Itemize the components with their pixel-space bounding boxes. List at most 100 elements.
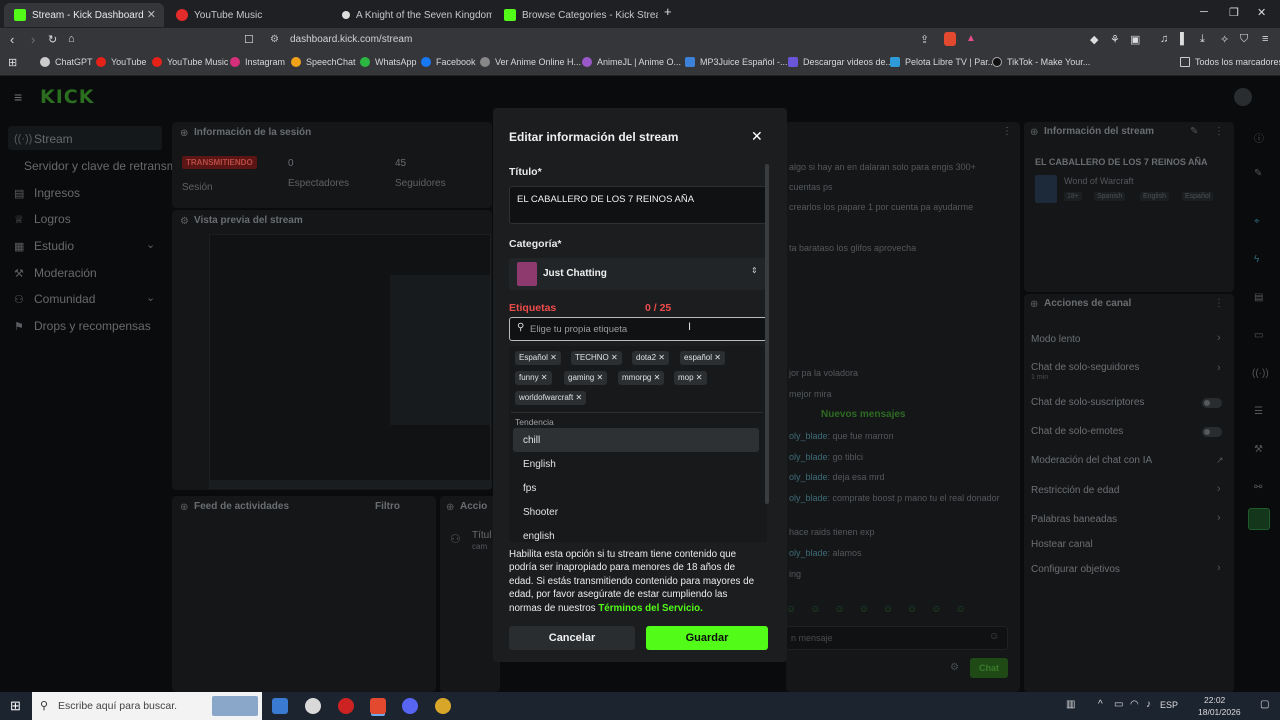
restore-icon[interactable]: ❐ [1229, 6, 1239, 19]
sidebar-item-estudio[interactable]: ▦ Estudio [14, 239, 74, 253]
bookmark-item[interactable]: YouTube [96, 57, 146, 67]
tag-chip-espanol[interactable]: Español ✕ [515, 351, 561, 365]
more-icon[interactable]: ⋮ [1214, 298, 1224, 309]
sidebar-item-server-key[interactable]: Servidor y clave de retransmi [24, 159, 179, 173]
action-ai-moderation[interactable]: Moderación del chat con IA [1031, 455, 1152, 466]
bookmark-item[interactable]: WhatsApp [360, 57, 417, 67]
music-icon[interactable]: ♫ [1160, 33, 1168, 45]
chevron-down-icon[interactable]: ⌄ [146, 238, 155, 251]
hamburger-icon[interactable]: ≡ [14, 89, 22, 105]
site-info-icon[interactable]: ⚙ [270, 30, 279, 50]
bookmark-item[interactable]: MP3Juice Español -... [685, 57, 788, 67]
tag-chip-mop[interactable]: mop ✕ [674, 371, 707, 385]
download-icon[interactable]: ⤓ [1200, 33, 1205, 46]
warcraft-icon[interactable] [435, 698, 451, 714]
info-icon[interactable]: ⓘ [1254, 130, 1264, 145]
bookmark-item[interactable]: TikTok - Make Your... [992, 57, 1090, 67]
bookmark-item[interactable]: AnimeJL | Anime O... [582, 57, 681, 67]
chat-send-button[interactable]: Chat [970, 658, 1008, 678]
bookmarks-folder[interactable]: Todos los marcadores [1180, 57, 1280, 67]
tag-chip-dota2[interactable]: dota2 ✕ [632, 351, 669, 365]
discord-icon[interactable] [402, 698, 418, 714]
sidebar-item-moderacion[interactable]: ⚒ Moderación [14, 266, 97, 280]
terms-link[interactable]: Términos del Servicio. [598, 603, 703, 614]
trending-option[interactable]: chill [523, 435, 540, 446]
menu-icon[interactable]: ≡ [1262, 33, 1268, 45]
share-icon[interactable]: ⇪ [920, 33, 929, 46]
tab-youtube-music[interactable]: YouTube Music [166, 3, 330, 27]
more-icon[interactable]: ⋮ [1002, 126, 1012, 137]
obs-icon[interactable] [338, 698, 354, 714]
emote-bar[interactable]: ☺☺☺☺☺☺☺☺ [786, 604, 1016, 618]
sidebar-item-stream[interactable]: ((·)) Stream [14, 132, 73, 146]
bookmark-item[interactable]: Facebook [421, 57, 476, 67]
document-icon[interactable]: ▤ [1254, 292, 1263, 303]
wrench-icon[interactable]: ⚒ [1254, 444, 1263, 455]
external-link-icon[interactable]: ↗ [1216, 455, 1224, 466]
close-icon[interactable]: ✕ [751, 128, 763, 145]
modal-scrollbar[interactable] [765, 164, 769, 504]
vpn-icon[interactable]: ⛉ [1240, 33, 1248, 46]
broadcast-icon[interactable]: ((·)) [1252, 368, 1269, 379]
sidebar-item-ingresos[interactable]: ▤ Ingresos [14, 186, 80, 200]
tag-chip-techno[interactable]: TECHNO ✕ [571, 351, 622, 365]
action-emotes-only[interactable]: Chat de solo-emotes [1031, 426, 1123, 437]
list-icon[interactable]: ☰ [1254, 406, 1263, 417]
chat-icon[interactable]: ▭ [1254, 330, 1263, 341]
bookmark-item[interactable]: Pelota Libre TV | Par... [890, 57, 995, 67]
emoji-icon[interactable]: ☺ [989, 631, 999, 642]
bookmark-item[interactable]: ChatGPT [40, 57, 93, 67]
trending-option-highlight[interactable] [513, 428, 759, 452]
game-name[interactable]: Wond of Warcraft [1064, 176, 1134, 186]
extension-icon[interactable]: ◆ [1090, 33, 1098, 46]
tab-browse-categories[interactable]: Browse Categories - Kick Streaming [494, 3, 658, 27]
brave-icon[interactable] [370, 698, 386, 714]
emotes-only-toggle[interactable] [1202, 427, 1222, 437]
tab-kick-dashboard[interactable]: Stream - Kick Dashboard ✕ [4, 3, 164, 27]
action-slow-mode[interactable]: Modo lento [1031, 334, 1080, 345]
action-followers-only[interactable]: Chat de solo-seguidores [1031, 362, 1139, 373]
edit-icon[interactable]: ✎ [1254, 168, 1262, 179]
kick-logo[interactable]: KICK [40, 86, 94, 108]
clock-time[interactable]: 22:02 [1204, 695, 1225, 705]
bookmark-item[interactable]: YouTube Music [152, 57, 228, 67]
brave-shield-icon[interactable] [944, 32, 956, 46]
action-subs-only[interactable]: Chat de solo-suscriptores [1031, 397, 1144, 408]
bookmark-item[interactable]: SpeechChat [291, 57, 356, 67]
tags-input[interactable]: ⚲ Elige tu propia etiqueta I [509, 317, 767, 341]
action-host-channel[interactable]: Hostear canal [1031, 539, 1093, 550]
action-age-restriction[interactable]: Restricción de edad [1031, 485, 1119, 496]
chevron-right-icon[interactable]: › [1217, 483, 1221, 495]
apps-grid-icon[interactable]: ⊞ [8, 56, 17, 69]
trending-option[interactable]: fps [523, 483, 536, 494]
more-icon[interactable]: ⋮ [1214, 126, 1224, 137]
language-indicator[interactable]: ESP [1160, 700, 1178, 710]
trending-option[interactable]: English [523, 459, 556, 470]
bookmark-icon[interactable]: ☐ [244, 33, 254, 46]
chevron-down-icon[interactable]: ⌄ [146, 291, 155, 304]
category-select[interactable]: Just Chatting ⇕ [509, 258, 767, 290]
sidebar-item-comunidad[interactable]: ⚇ Comunidad [14, 292, 95, 306]
brave-rewards-icon[interactable]: ▲ [966, 33, 976, 44]
chevron-right-icon[interactable]: › [1217, 512, 1221, 524]
tag-chip-espanol-lower[interactable]: español ✕ [680, 351, 725, 365]
chat-username[interactable]: oly_blade [789, 431, 828, 441]
clock-date[interactable]: 18/01/2026 [1198, 707, 1241, 717]
chat-username[interactable]: oly_blade [789, 452, 828, 462]
bookmark-item[interactable]: Descargar videos de... [788, 57, 893, 67]
network-icon[interactable]: ▭ [1114, 699, 1123, 710]
action-banned-words[interactable]: Palabras baneadas [1031, 514, 1117, 525]
close-window-icon[interactable]: ✕ [1257, 6, 1266, 19]
bookmark-item[interactable]: Ver Anime Online H... [480, 57, 581, 67]
action-set-goals[interactable]: Configurar objetivos [1031, 564, 1120, 575]
task-view-icon[interactable] [272, 698, 288, 714]
tag-chip-funny[interactable]: funny ✕ [515, 371, 552, 385]
trending-option[interactable]: english [523, 531, 555, 542]
settings-icon[interactable]: ⚙ [950, 662, 959, 673]
tag-chip-worldofwarcraft[interactable]: worldofwarcraft ✕ [515, 391, 587, 405]
chevron-right-icon[interactable]: › [1217, 362, 1221, 374]
home-icon[interactable]: ⌂ [68, 33, 75, 45]
cancel-button[interactable]: Cancelar [509, 626, 635, 650]
volume-icon[interactable]: ♪ [1146, 699, 1151, 710]
dashboard-tile-icon[interactable] [1248, 508, 1270, 530]
